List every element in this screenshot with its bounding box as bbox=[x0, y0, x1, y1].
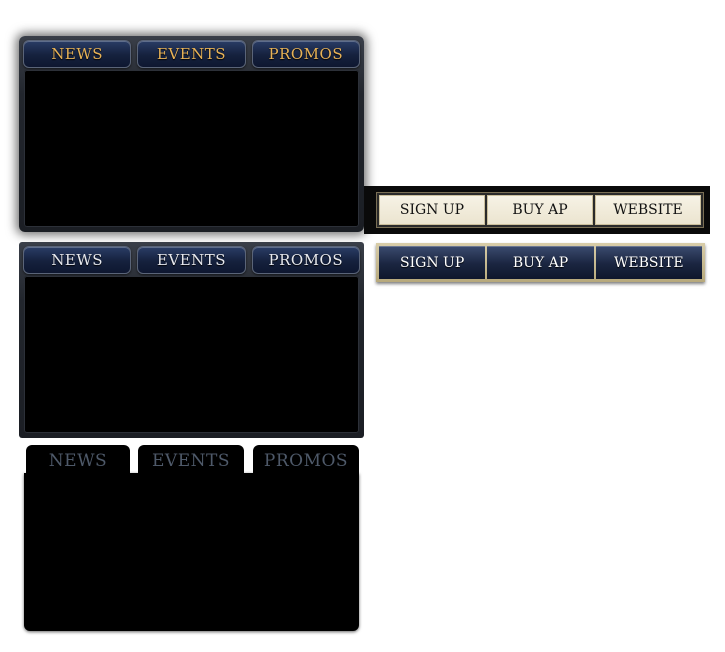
panel-content bbox=[24, 276, 359, 433]
tab-label: NEWS bbox=[51, 45, 104, 63]
tab-label: EVENTS bbox=[156, 45, 227, 63]
buy-ap-button[interactable]: BUY AP bbox=[487, 246, 594, 279]
sign-up-button[interactable]: SIGN UP bbox=[379, 246, 486, 279]
buy-ap-button[interactable]: BUY AP bbox=[487, 195, 593, 225]
news-panel-gold: NEWS EVENTS PROMOS bbox=[19, 36, 364, 232]
tab-news[interactable]: NEWS bbox=[23, 40, 132, 68]
panel-content bbox=[24, 473, 359, 631]
tab-label: PROMOS bbox=[263, 451, 349, 471]
news-panel-silver: NEWS EVENTS PROMOS bbox=[19, 242, 364, 438]
tab-promos[interactable]: PROMOS bbox=[251, 246, 360, 274]
tab-label: EVENTS bbox=[152, 451, 230, 471]
tab-label: PROMOS bbox=[268, 251, 344, 269]
news-panel-folder: NEWS EVENTS PROMOS bbox=[24, 445, 360, 633]
website-button[interactable]: WEBSITE bbox=[595, 195, 701, 225]
website-button[interactable]: WEBSITE bbox=[595, 246, 702, 279]
tab-label: PROMOS bbox=[268, 45, 344, 63]
tab-bar: NEWS EVENTS PROMOS bbox=[23, 40, 360, 70]
tab-events[interactable]: EVENTS bbox=[137, 246, 246, 274]
panel-content bbox=[24, 70, 359, 227]
tab-events[interactable]: EVENTS bbox=[137, 40, 246, 68]
tab-bar: NEWS EVENTS PROMOS bbox=[23, 246, 360, 276]
tab-promos[interactable]: PROMOS bbox=[251, 40, 360, 68]
tab-label: NEWS bbox=[48, 451, 108, 471]
nav-bar-light: SIGN UP BUY AP WEBSITE bbox=[364, 186, 710, 234]
sign-up-button[interactable]: SIGN UP bbox=[379, 195, 485, 225]
tab-label: NEWS bbox=[51, 251, 104, 269]
nav-frame: SIGN UP BUY AP WEBSITE bbox=[376, 192, 704, 228]
nav-bar-dark: SIGN UP BUY AP WEBSITE bbox=[376, 243, 705, 282]
tab-news[interactable]: NEWS bbox=[23, 246, 132, 274]
tab-label: EVENTS bbox=[156, 251, 227, 269]
